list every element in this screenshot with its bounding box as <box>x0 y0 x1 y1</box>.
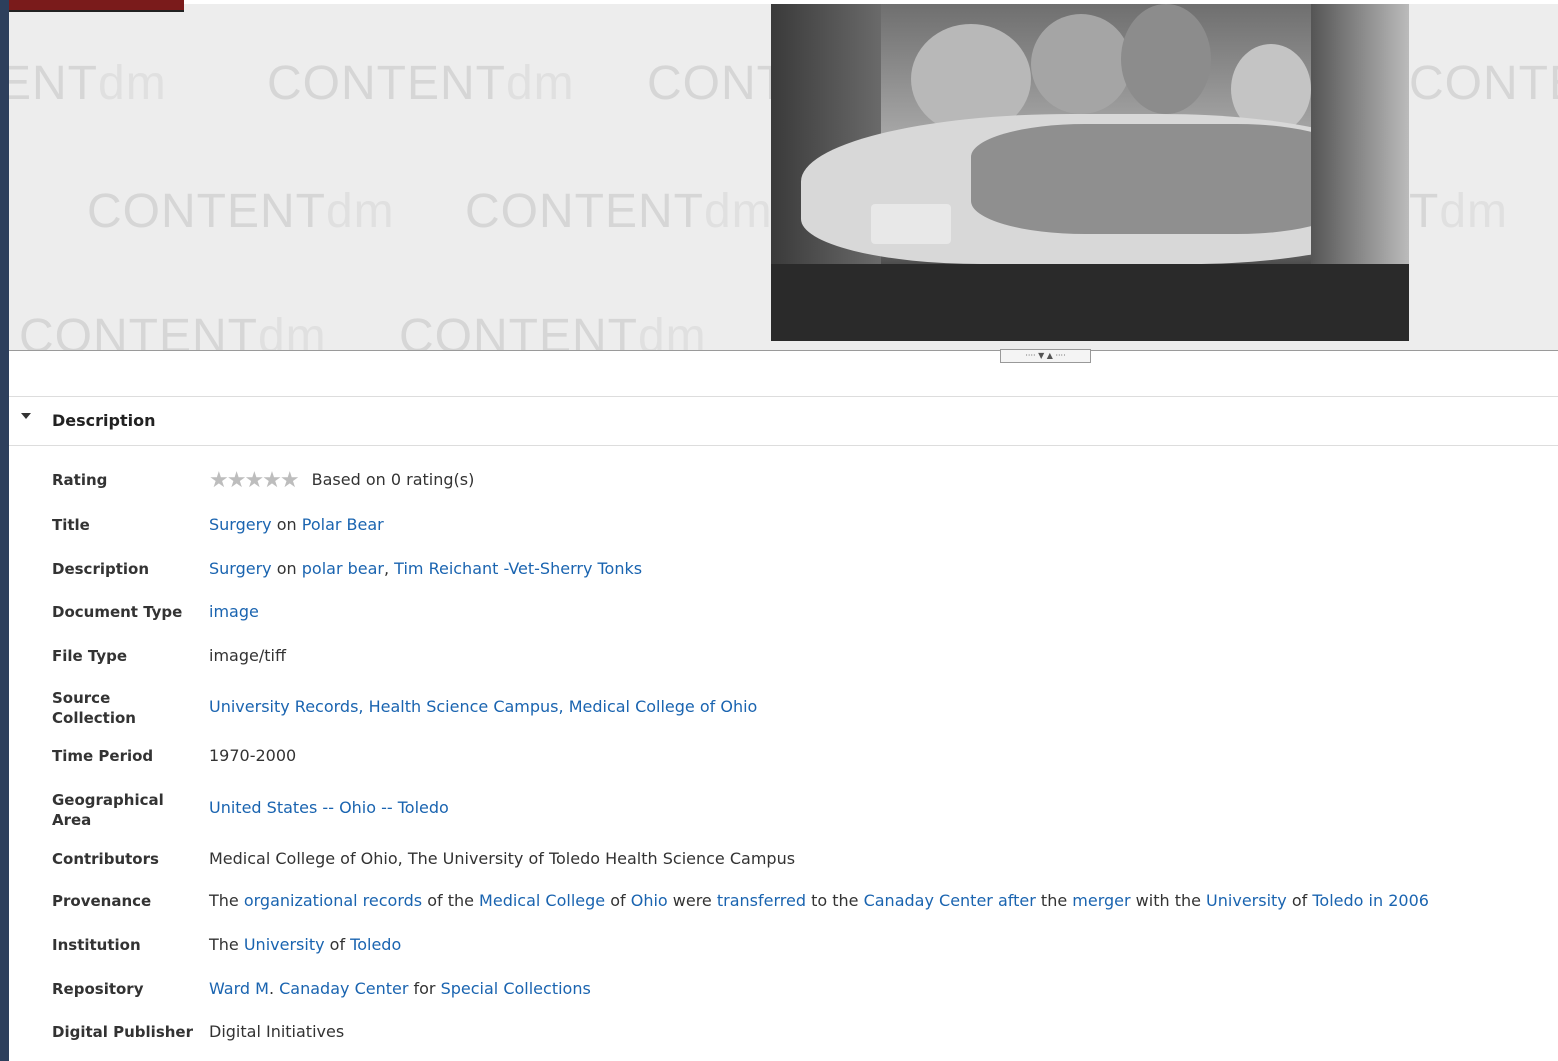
field-value: Ward M. Canaday Center for Special Colle… <box>209 979 591 998</box>
field-value: The University of Toledo <box>209 935 402 954</box>
field-value: 1970-2000 <box>209 746 297 765</box>
field-label: Description <box>52 560 150 578</box>
search-link[interactable]: Medical College <box>479 891 605 910</box>
watermark: ENTdm <box>9 57 167 110</box>
field-label: Time Period <box>52 747 154 765</box>
watermark: CONTENTdm <box>465 185 773 238</box>
image-viewer[interactable]: ENTdm CONTENTdm CONT CONTE CONTENTdm CON… <box>9 4 1558 351</box>
watermark: CONTENTdm <box>87 185 395 238</box>
search-link[interactable]: transferred <box>717 891 806 910</box>
search-link[interactable]: in <box>1369 891 1384 910</box>
field-label: File Type <box>52 647 128 665</box>
field-label: Rating <box>52 471 108 489</box>
search-link[interactable]: Surgery <box>209 515 272 534</box>
field-label: Title <box>52 516 90 534</box>
search-link[interactable]: Ohio <box>631 891 668 910</box>
search-link[interactable]: polar bear <box>302 559 384 578</box>
search-link[interactable]: 2006 <box>1388 891 1429 910</box>
field-label: Institution <box>52 936 141 954</box>
search-link[interactable]: Toledo <box>350 935 401 954</box>
field-label: Repository <box>52 980 144 998</box>
search-link[interactable]: Ward M <box>209 979 269 998</box>
search-link[interactable]: Toledo <box>1312 891 1363 910</box>
search-link[interactable]: Canaday Center <box>864 891 993 910</box>
search-link[interactable]: United States -- Ohio -- Toledo <box>209 798 449 817</box>
field-value: image/tiff <box>209 646 286 665</box>
search-link[interactable]: Polar Bear <box>302 515 384 534</box>
field-label: Geographical Area <box>52 791 164 829</box>
search-link[interactable]: Canaday Center <box>279 979 408 998</box>
watermark: CONTENTdm <box>267 57 575 110</box>
field-value: image <box>209 602 259 622</box>
header-edge <box>9 0 184 12</box>
search-link[interactable]: University <box>1206 891 1287 910</box>
watermark: CONTE <box>1409 57 1558 110</box>
item-photo[interactable] <box>771 4 1409 341</box>
watermark: CONTENTdm <box>399 310 707 351</box>
search-link[interactable]: Special Collections <box>441 979 591 998</box>
watermark: Tdm <box>1409 185 1509 238</box>
field-value: Surgery on polar bear, Tim Reichant -Vet… <box>209 559 643 578</box>
viewer-resize-handle[interactable]: ···· ▼ ▲ ···· <box>1000 349 1091 363</box>
section-title: Description <box>52 411 156 430</box>
watermark: CONTENTdm <box>19 310 327 351</box>
description-section-header[interactable]: Description <box>9 396 1558 446</box>
field-value: United States -- Ohio -- Toledo <box>209 798 449 818</box>
field-value: ★★★★★ Based on 0 rating(s) <box>209 469 475 491</box>
rating-text: Based on 0 rating(s) <box>311 470 475 489</box>
field-value: Medical College of Ohio, The University … <box>209 849 796 868</box>
field-label: Provenance <box>52 892 152 910</box>
field-label: Source Collection <box>52 689 136 727</box>
search-link[interactable]: Surgery <box>209 559 272 578</box>
field-value: The organizational records of the Medica… <box>209 891 1429 910</box>
search-link[interactable]: Tim Reichant -Vet-Sherry Tonks <box>394 559 642 578</box>
item-page: ENTdm CONTENTdm CONT CONTE CONTENTdm CON… <box>9 0 1558 1061</box>
field-value: Digital Initiatives <box>209 1022 345 1041</box>
collapse-arrow-icon[interactable] <box>21 413 31 419</box>
search-link[interactable]: University Records, Health Science Campu… <box>209 697 757 716</box>
search-link[interactable]: image <box>209 602 259 621</box>
search-link[interactable]: merger <box>1072 891 1130 910</box>
field-label: Contributors <box>52 850 159 868</box>
field-value: University Records, Health Science Campu… <box>209 697 757 717</box>
field-label: Document Type <box>52 603 183 621</box>
field-label: Digital Publisher <box>52 1023 193 1041</box>
rating-stars[interactable]: ★★★★★ <box>209 469 300 491</box>
search-link[interactable]: University <box>244 935 325 954</box>
field-value: Surgery on Polar Bear <box>209 515 384 534</box>
search-link[interactable]: organizational records <box>244 891 422 910</box>
watermark: CONT <box>647 57 787 110</box>
search-link[interactable]: after <box>998 891 1036 910</box>
